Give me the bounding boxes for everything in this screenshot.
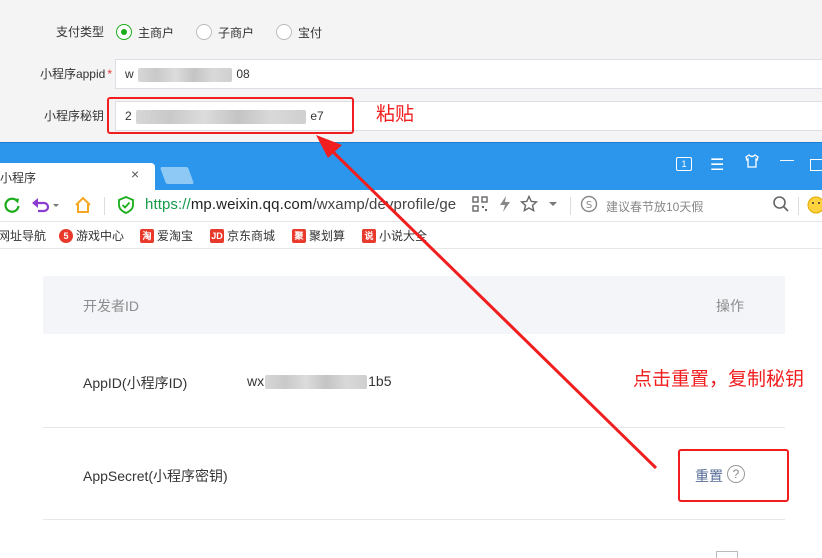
annotation-arrow bbox=[316, 135, 658, 470]
